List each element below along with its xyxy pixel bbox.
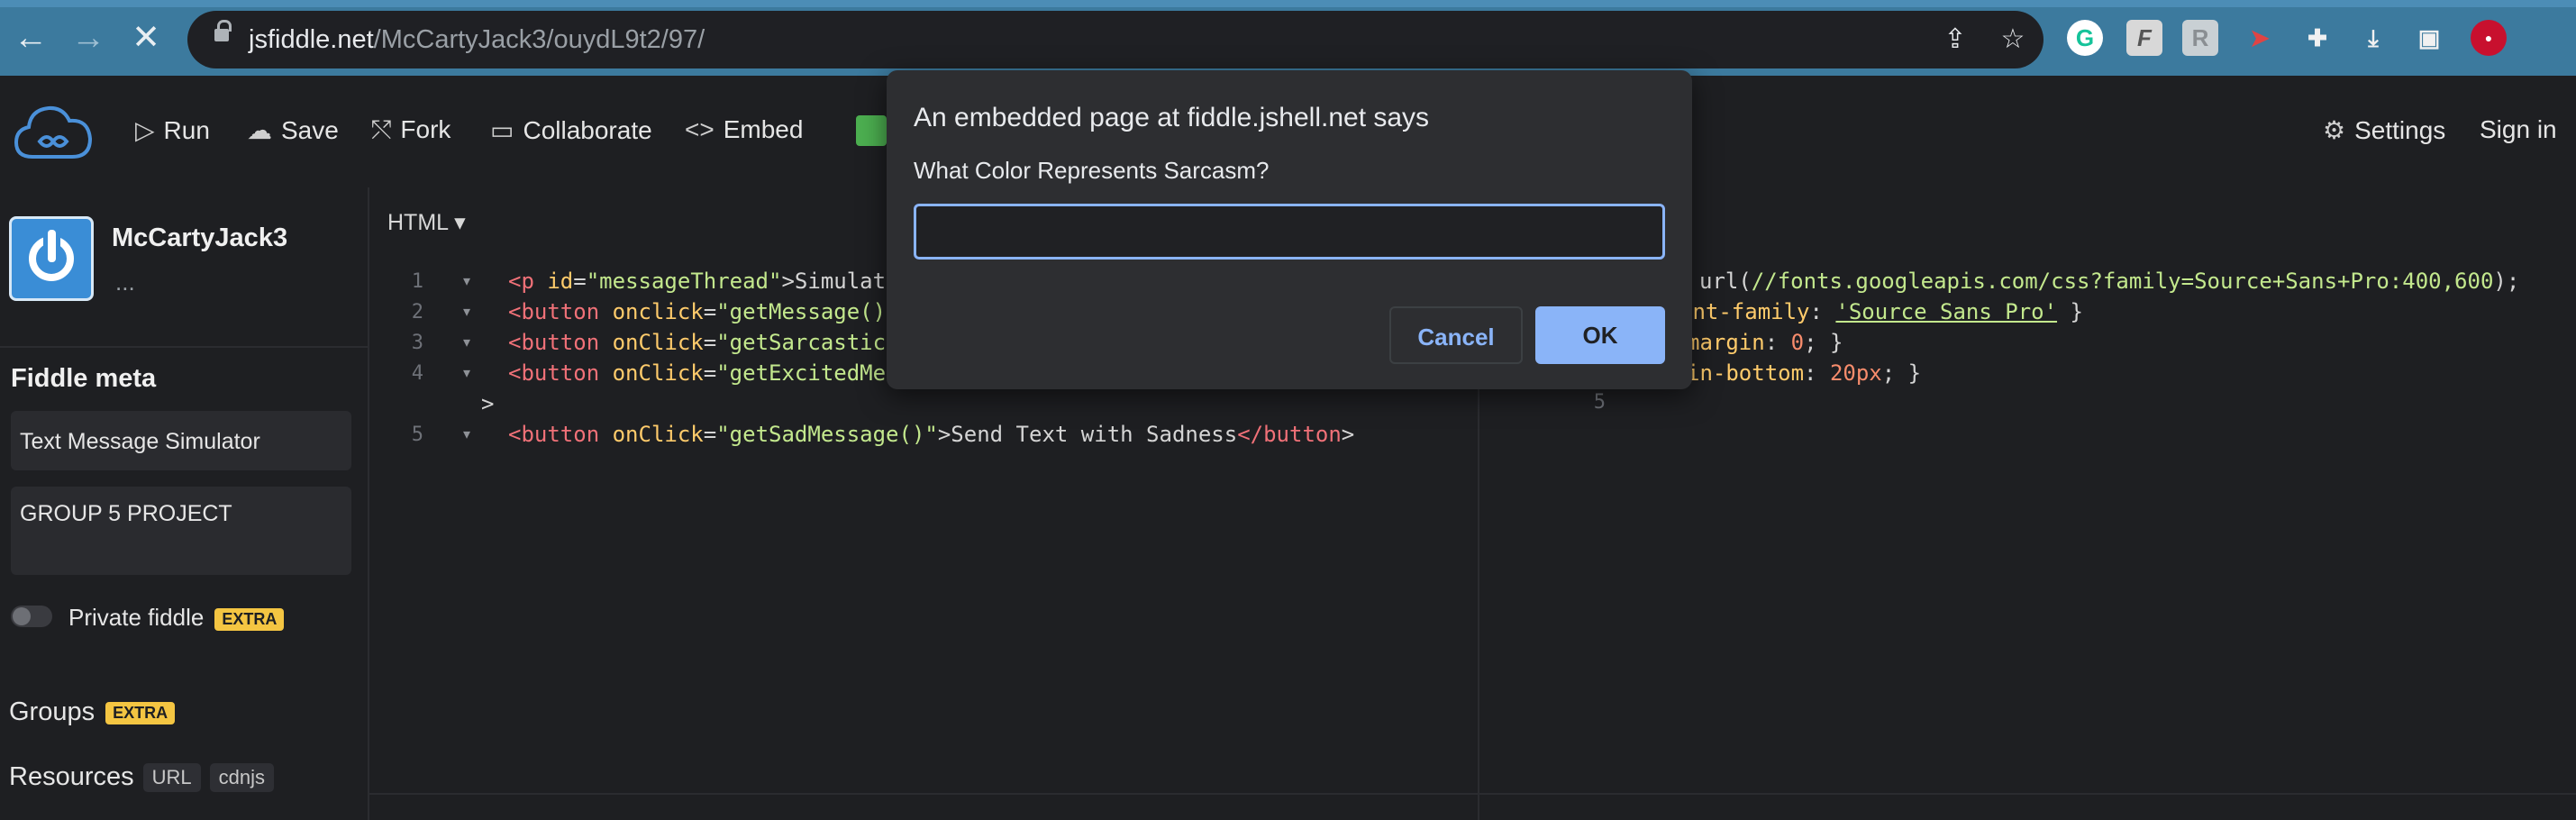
avatar[interactable] [9,216,94,301]
sign-in-link[interactable]: Sign in [2480,115,2557,144]
code-line-4[interactable]: <button onClick="getExcitedMe [508,360,886,386]
address-bar[interactable]: jsfiddle.net/McCartyJack3/ouydL9t2/97/ ⇪… [187,11,2044,68]
code-icon: <> [685,115,715,143]
fiddle-title-input[interactable]: Text Message Simulator [11,411,351,470]
browser-toolbar: ← → ✕ jsfiddle.net/McCartyJack3/ouydL9t2… [0,0,2576,76]
sliders-icon: ⚙ [2323,116,2346,144]
back-icon[interactable]: ← [11,18,50,58]
share-icon[interactable]: ⇪ [1939,23,1971,56]
grammarly-icon[interactable]: G [2067,20,2103,56]
resources-label[interactable]: Resources URL cdnjs [9,762,274,793]
user-ellipsis: ... [115,269,135,296]
url-chip[interactable]: URL [142,763,201,793]
private-fiddle-label: Private fiddle EXTRA [68,604,285,632]
ok-button[interactable]: OK [1535,306,1665,364]
fiddle-description-input[interactable]: GROUP 5 PROJECT [11,487,351,575]
extension-f-icon[interactable]: F [2126,20,2162,56]
save-button[interactable]: ☁ Save [247,115,339,145]
chat-icon: ▭ [490,116,514,144]
fold-arrow-icon[interactable]: ▾ [463,425,470,443]
extension-arrow-icon[interactable]: ➤ [2242,20,2278,56]
line-number: 1 [411,270,423,293]
html-tab[interactable]: HTML ▾ [387,209,466,236]
puzzle-icon[interactable]: ✚ [2299,20,2335,56]
line-number: 2 [411,301,423,323]
cloud-upload-icon: ☁ [247,116,272,144]
cdnjs-chip[interactable]: cdnjs [209,763,274,793]
sidebar: McCartyJack3 ... Fiddle meta Text Messag… [0,187,369,820]
dialog-title: An embedded page at fiddle.jshell.net sa… [914,103,1430,132]
forward-icon[interactable]: → [68,18,108,58]
divider [0,346,368,348]
fork-icon: ⤲ [371,115,392,143]
code-line-2[interactable]: <button onclick="getMessage() [508,299,886,324]
cancel-button[interactable]: Cancel [1389,306,1523,364]
css-line-1[interactable]: url(//fonts.googleapis.com/css?family=So… [1699,269,2519,294]
sidepanel-icon[interactable]: ▣ [2411,20,2447,56]
jsfiddle-logo[interactable] [13,99,94,166]
toggle-knob [13,607,31,625]
css-line-3[interactable]: margin: 0; } [1687,330,1843,355]
prompt-input[interactable] [914,204,1665,260]
status-tag[interactable] [856,115,887,146]
username[interactable]: McCartyJack3 [112,223,287,253]
dialog-message: What Color Represents Sarcasm? [914,157,1270,184]
prompt-dialog: An embedded page at fiddle.jshell.net sa… [887,70,1692,389]
fold-arrow-icon[interactable]: ▾ [463,303,470,321]
extra-badge: EXTRA [105,701,176,724]
url-text[interactable]: jsfiddle.net/McCartyJack3/ouydL9t2/97/ [249,25,705,55]
profile-icon[interactable]: ● [2471,20,2507,56]
extension-r-icon[interactable]: R [2182,20,2218,56]
embed-button[interactable]: <> Embed [685,115,803,144]
css-line-4[interactable]: in-bottom: 20px; } [1687,360,1921,386]
groups-label[interactable]: Groups EXTRA [9,697,176,727]
caret-down-icon: ▾ [454,210,466,235]
code-line-3[interactable]: <button onClick="getSarcastic [508,330,886,355]
line-number: 3 [411,332,423,354]
code-line-1[interactable]: <p id="messageThread">Simulat [508,269,886,294]
lock-icon[interactable] [214,20,232,41]
css-line-2[interactable]: ont-family: 'Source Sans Pro' } [1679,299,2083,324]
settings-button[interactable]: ⚙ Settings [2323,115,2445,145]
tab-strip-edge [0,0,2576,7]
fold-arrow-icon[interactable]: ▾ [463,333,470,351]
editor-divider [369,793,2576,795]
fork-button[interactable]: ⤲ Fork [371,115,451,145]
line-number: 4 [411,362,423,385]
fold-arrow-icon[interactable]: ▾ [463,364,470,382]
play-icon: ▷ [135,116,155,144]
code-line-5[interactable]: <button onClick="getSadMessage()">Send T… [508,422,1354,447]
run-button[interactable]: ▷ Run [135,115,210,145]
line-number: 5 [1593,391,1606,414]
collaborate-button[interactable]: ▭ Collaborate [490,115,652,145]
code-line-4-wrap[interactable]: > [481,391,494,416]
power-icon-bar [48,230,56,262]
fiddle-meta-heading: Fiddle meta [11,364,157,393]
stop-icon[interactable]: ✕ [126,18,166,58]
line-number: 5 [411,424,423,446]
private-fiddle-toggle[interactable] [11,606,52,627]
star-icon[interactable]: ☆ [1997,23,2029,56]
extra-badge: EXTRA [214,607,285,631]
fold-arrow-icon[interactable]: ▾ [463,272,470,290]
download-icon[interactable]: ⤓ [2355,20,2391,56]
